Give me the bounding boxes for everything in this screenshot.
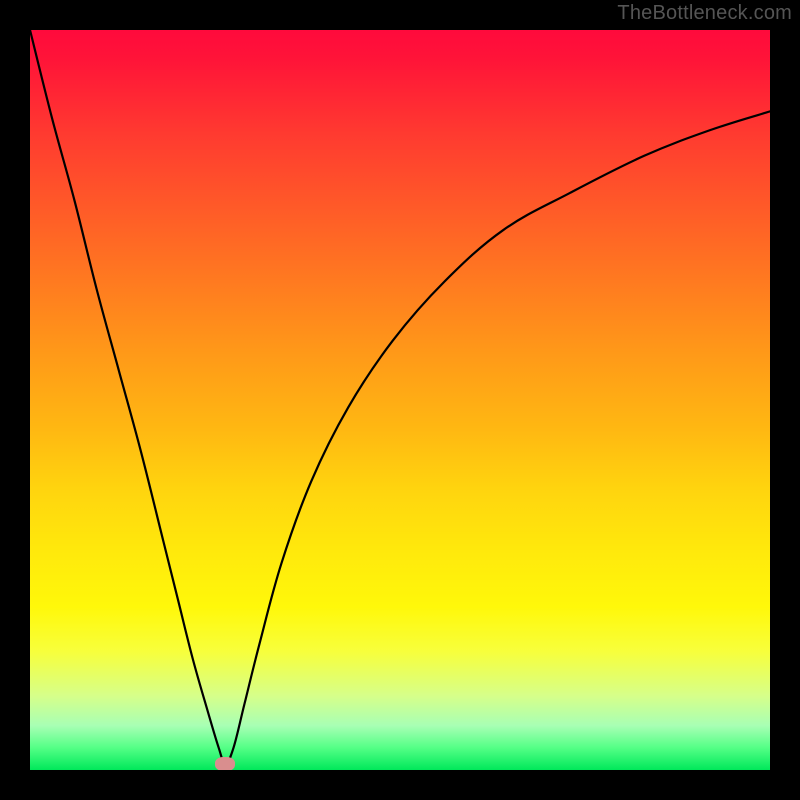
plot-area xyxy=(30,30,770,770)
chart-frame: TheBottleneck.com xyxy=(0,0,800,800)
optimal-point-marker xyxy=(215,757,235,770)
bottleneck-curve xyxy=(30,30,770,764)
curve-svg xyxy=(30,30,770,770)
watermark-text: TheBottleneck.com xyxy=(617,2,792,25)
